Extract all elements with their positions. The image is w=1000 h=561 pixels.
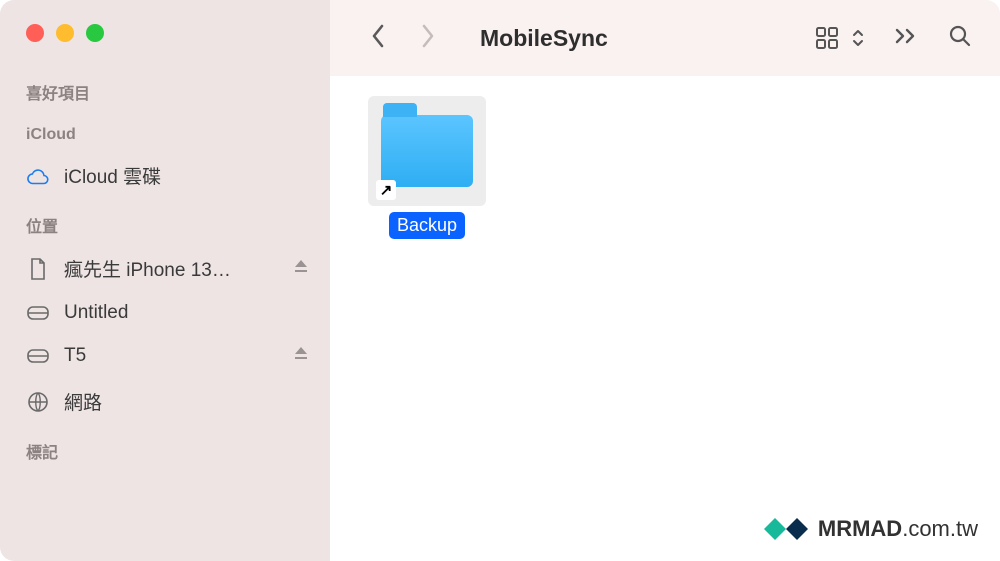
finder-window: 喜好項目 iCloud iCloud 雲碟 位置 瘋先生 iPhone 13… … [0,0,1000,561]
sidebar-section-favorites: 喜好項目 [0,66,330,112]
chevron-double-right-icon [894,27,918,45]
content-area[interactable]: ↗ Backup MRMAD.com.tw [330,76,1000,561]
drive-icon [26,348,50,364]
document-icon [26,257,50,281]
sidebar-section-locations: 位置 [0,199,330,245]
sidebar-item-label: Untitled [64,302,310,324]
folder-item-backup[interactable]: ↗ Backup [362,96,492,239]
grid-icon [814,25,840,51]
close-window-button[interactable] [26,24,44,42]
nav-arrows [354,23,436,54]
sidebar-item-untitled[interactable]: Untitled [0,292,330,334]
window-title: MobileSync [480,25,792,52]
folder-icon [381,115,473,187]
sidebar-item-label: 瘋先生 iPhone 13… [64,255,278,282]
drive-icon [26,305,50,321]
window-traffic-lights [0,18,330,66]
sidebar-item-label: iCloud 雲碟 [64,162,310,189]
alias-badge-icon: ↗ [376,180,396,200]
sidebar-item-icloud-drive[interactable]: iCloud 雲碟 [0,152,330,199]
globe-icon [26,391,50,413]
cloud-icon [26,167,50,185]
search-button[interactable] [948,24,972,53]
toolbar-right [814,24,976,53]
chevron-updown-icon [852,27,864,49]
main-pane: MobileSync [330,0,1000,561]
item-name-label: Backup [389,212,465,239]
sidebar-item-t5[interactable]: T5 [0,334,330,378]
sidebar-section-tags: 標記 [0,425,330,471]
sidebar-item-label: 網路 [64,388,310,415]
view-mode-switcher[interactable] [814,25,864,51]
forward-button[interactable] [420,23,436,54]
search-icon [948,24,972,48]
watermark-logo-icon [764,515,808,543]
toolbar: MobileSync [330,0,1000,76]
sidebar-item-label: T5 [64,345,278,367]
sidebar-item-network[interactable]: 網路 [0,378,330,425]
minimize-window-button[interactable] [56,24,74,42]
folder-thumbnail: ↗ [368,96,486,206]
more-toolbar-button[interactable] [894,27,918,50]
watermark: MRMAD.com.tw [764,515,978,543]
fullscreen-window-button[interactable] [86,24,104,42]
eject-icon[interactable] [292,257,310,281]
watermark-text: MRMAD.com.tw [818,516,978,542]
sidebar-item-iphone[interactable]: 瘋先生 iPhone 13… [0,245,330,292]
eject-icon[interactable] [292,344,310,368]
sidebar: 喜好項目 iCloud iCloud 雲碟 位置 瘋先生 iPhone 13… … [0,0,330,561]
sidebar-section-icloud: iCloud [0,112,330,152]
back-button[interactable] [370,23,386,54]
